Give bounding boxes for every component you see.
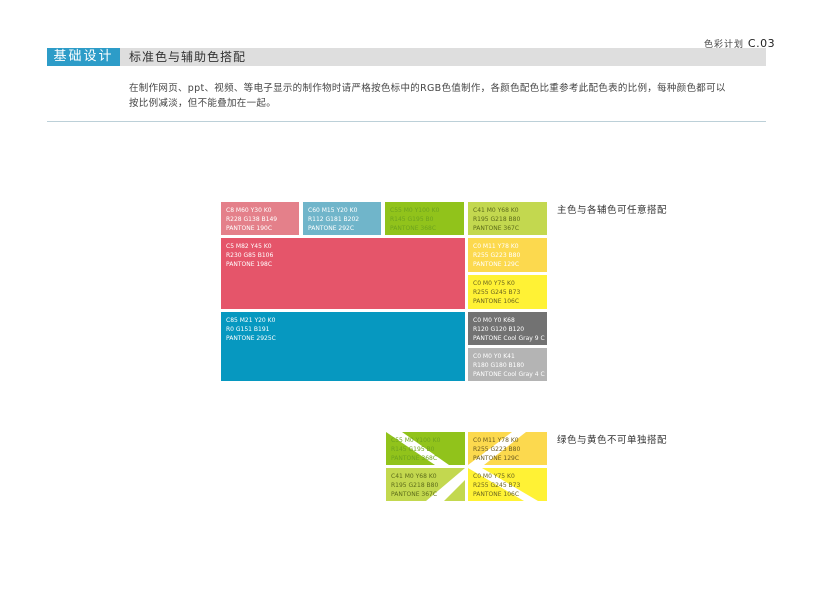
- swatch-yellow-forbidden: C0 M0 Y75 K0 R255 G245 B73 PANTONE 106C: [468, 468, 547, 501]
- swatch-light-green-forbidden: C41 M0 Y68 K0 R195 G218 B80 PANTONE 367C: [386, 468, 465, 501]
- forbidden-combo-label: 绿色与黄色不可单独搭配: [557, 435, 668, 446]
- divider: [47, 121, 766, 122]
- swatch-pink: C8 M60 Y30 K0 R228 G138 B149 PANTONE 190C: [221, 202, 299, 235]
- swatch-dark-gray: C0 M0 Y0 K68 R120 G120 B120 PANTONE Cool G…: [468, 312, 547, 345]
- swatch-gold: C0 M11 Y78 K0 R255 G223 B80 PANTONE 129C: [468, 238, 547, 272]
- main-combo-label: 主色与各辅色可任意搭配: [557, 205, 668, 216]
- swatch-light-green: C41 M0 Y68 K0 R195 G218 B80 PANTONE 367C: [468, 202, 547, 235]
- swatch-red: C5 M82 Y45 K0 R230 G85 B106 PANTONE 198C: [221, 238, 465, 309]
- swatch-green-forbidden: C55 M0 Y100 K0 R145 G195 B0 PANTONE 368C: [386, 432, 465, 465]
- intro-line-2: 按比例减淡，但不能叠加在一起。: [129, 98, 277, 109]
- swatch-green: C55 M0 Y100 K0 R145 G195 B0 PANTONE 368C: [385, 202, 464, 235]
- section-badge: 基础设计: [47, 48, 120, 66]
- swatch-light-blue: C60 M15 Y20 K0 R112 G181 B202 PANTONE 292C: [303, 202, 381, 235]
- swatch-gold-forbidden: C0 M11 Y78 K0 R255 G223 B80 PANTONE 129C: [468, 432, 547, 465]
- intro-line-1: 在制作网页、ppt、视频、等电子显示的制作物时请严格按色标中的RGB色值制作，各…: [129, 83, 726, 94]
- swatch-light-gray: C0 M0 Y0 K41 R180 G180 B180 PANTONE Cool G…: [468, 348, 547, 381]
- swatch-yellow: C0 M0 Y75 K0 R255 G245 B73 PANTONE 106C: [468, 275, 547, 309]
- swatch-blue: C85 M21 Y20 K0 R0 G151 B191 PANTONE 2925C: [221, 312, 465, 381]
- page-title: 标准色与辅助色搭配: [129, 50, 247, 64]
